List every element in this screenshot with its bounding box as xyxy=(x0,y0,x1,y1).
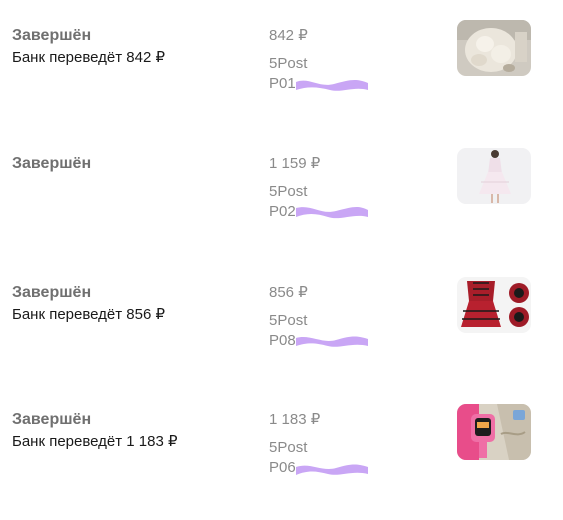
product-image[interactable] xyxy=(457,277,531,333)
order-price: 842 ₽ xyxy=(269,27,308,44)
delivery-carrier: 5Post xyxy=(269,183,308,200)
product-image[interactable] xyxy=(457,404,531,460)
order-item-2[interactable]: Завершён 1 159 ₽ 5Post P02 xyxy=(0,148,563,264)
delivery-carrier: 5Post xyxy=(269,439,308,456)
order-price: 856 ₽ xyxy=(269,284,308,301)
refund-text: Банк переведёт 1 183 ₽ xyxy=(12,433,178,450)
order-status: Завершён xyxy=(12,27,92,44)
order-item-4[interactable]: Завершён Банк переведёт 1 183 ₽ 1 183 ₽ … xyxy=(0,404,563,520)
redaction-scribble xyxy=(296,207,368,219)
refund-text: Банк переведёт 856 ₽ xyxy=(12,306,166,323)
tracking-number: P08 xyxy=(269,332,296,349)
tracking-number: P06 xyxy=(269,459,296,476)
order-status: Завершён xyxy=(12,411,92,428)
redaction-scribble xyxy=(296,336,368,347)
delivery-carrier: 5Post xyxy=(269,312,308,329)
tracking-number: P01 xyxy=(269,75,296,92)
order-item-3[interactable]: Завершён Банк переведёт 856 ₽ 856 ₽ 5Pos… xyxy=(0,277,563,393)
order-price: 1 159 ₽ xyxy=(269,155,321,172)
refund-text: Банк переведёт 842 ₽ xyxy=(12,49,166,66)
delivery-carrier: 5Post xyxy=(269,55,308,72)
redaction-scribble xyxy=(296,80,368,91)
product-image[interactable] xyxy=(457,148,531,204)
order-status: Завершён xyxy=(12,155,92,172)
order-item-1[interactable]: Завершён Банк переведёт 842 ₽ 842 ₽ 5Pos… xyxy=(0,20,563,136)
order-status: Завершён xyxy=(12,284,92,301)
tracking-number: P02 xyxy=(269,203,296,220)
order-price: 1 183 ₽ xyxy=(269,411,321,428)
product-image[interactable] xyxy=(457,20,531,76)
redaction-scribble xyxy=(296,464,368,475)
